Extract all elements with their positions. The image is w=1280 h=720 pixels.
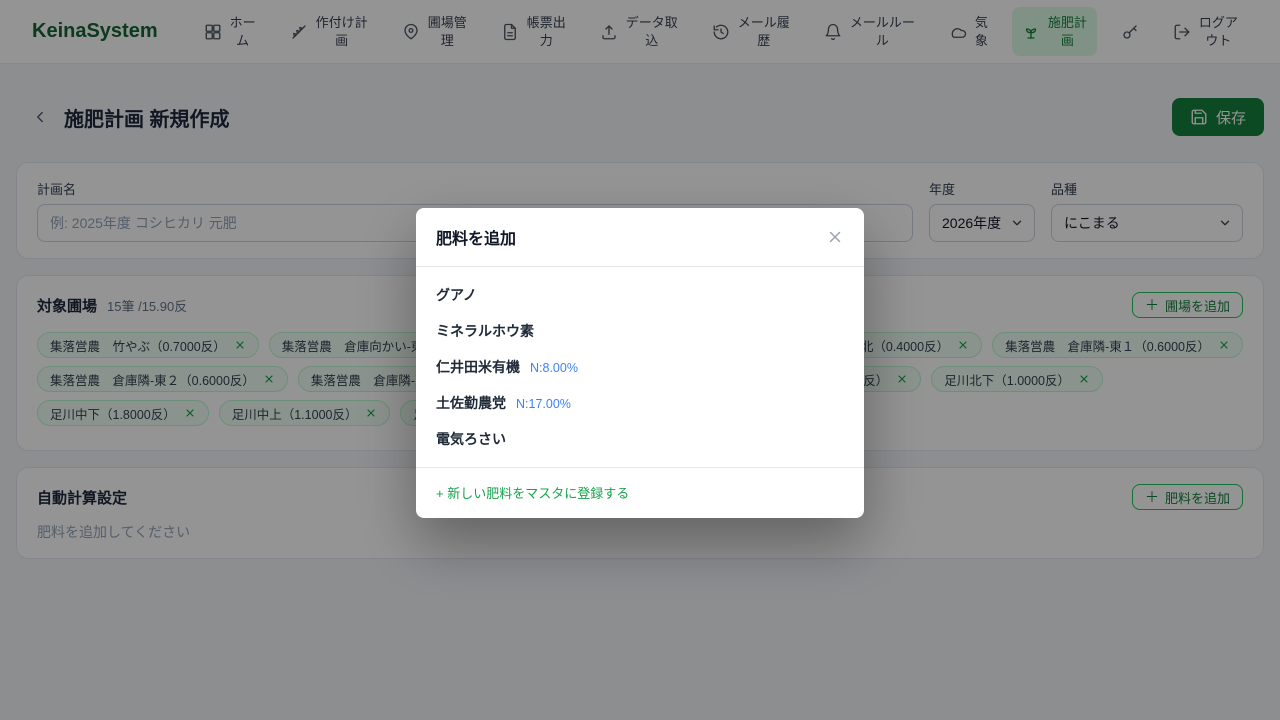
fertilizer-name: 土佐勤農党 <box>436 393 506 413</box>
fertilizer-list-item[interactable]: ミネラルホウ素 <box>416 313 864 349</box>
fertilizer-list-item[interactable]: 仁井田米有機 N:8.00% <box>416 349 864 385</box>
fertilizer-name: ミネラルホウ素 <box>436 321 534 341</box>
fertilizer-list: グアノ ミネラルホウ素 仁井田米有機 N:8.00% 土佐勤農党 N:17.00… <box>416 267 864 467</box>
fertilizer-list-item[interactable]: グアノ <box>416 277 864 313</box>
register-new-fertilizer-link[interactable]: + 新しい肥料をマスタに登録する <box>436 486 629 501</box>
add-fertilizer-modal: 肥料を追加 グアノ ミネラルホウ素 仁井田米有機 N:8.00% 土佐勤農党 N… <box>416 208 864 518</box>
fertilizer-name: 仁井田米有機 <box>436 357 520 377</box>
fertilizer-n-value: N:8.00% <box>530 361 578 375</box>
modal-title: 肥料を追加 <box>436 225 516 249</box>
fertilizer-list-item[interactable]: 電気ろさい <box>416 421 864 457</box>
fertilizer-name: 電気ろさい <box>436 429 506 449</box>
fertilizer-list-item[interactable]: 土佐勤農党 N:17.00% <box>416 385 864 421</box>
fertilizer-name: グアノ <box>436 285 477 305</box>
fertilizer-n-value: N:17.00% <box>516 397 571 411</box>
close-icon[interactable] <box>826 228 844 246</box>
